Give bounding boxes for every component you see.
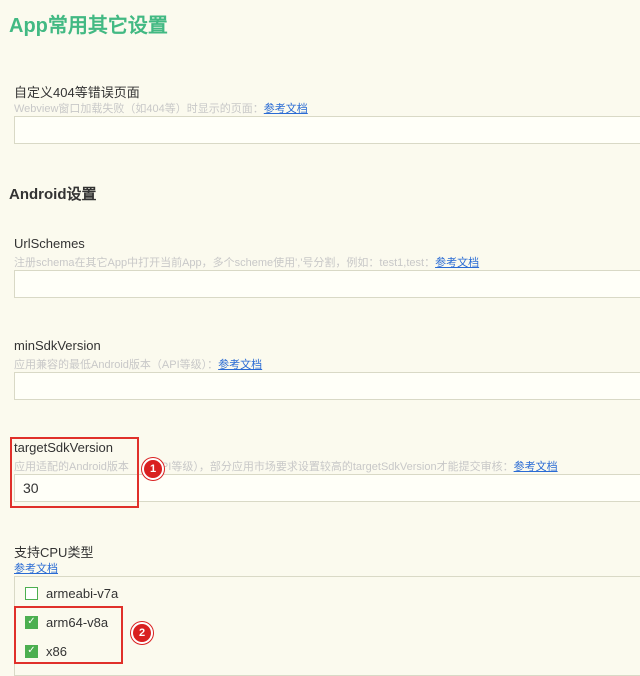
annotation-badge-2: 2 bbox=[131, 622, 153, 644]
error-page-desc: Webview窗口加载失败（如404等）时显示的页面：参考文档 bbox=[14, 103, 308, 115]
min-sdk-desc: 应用兼容的最低Android版本（API等级）：参考文档 bbox=[14, 359, 263, 371]
android-section-title: Android设置 bbox=[9, 186, 97, 203]
min-sdk-doc-link[interactable]: 参考文档 bbox=[218, 359, 262, 371]
error-page-input[interactable] bbox=[14, 116, 640, 144]
url-schemes-input[interactable] bbox=[14, 270, 640, 298]
annotation-badge-1: 1 bbox=[142, 458, 164, 480]
cpu-label: 支持CPU类型 bbox=[14, 545, 94, 560]
error-page-label: 自定义404等错误页面 bbox=[14, 85, 140, 100]
annotation-box-2 bbox=[14, 606, 123, 664]
min-sdk-label: minSdkVersion bbox=[14, 338, 101, 353]
cpu-option-armeabi-v7a[interactable]: armeabi-v7a bbox=[25, 583, 118, 603]
checkbox-icon[interactable] bbox=[25, 586, 38, 600]
url-schemes-desc: 注册schema在其它App中打开当前App，多个scheme使用','号分割，… bbox=[14, 257, 480, 269]
target-sdk-input-extent bbox=[138, 474, 640, 502]
min-sdk-input[interactable] bbox=[14, 372, 640, 400]
cpu-option-label: armeabi-v7a bbox=[46, 585, 119, 601]
url-schemes-doc-link[interactable]: 参考文档 bbox=[435, 257, 479, 269]
annotation-box-1 bbox=[10, 437, 139, 508]
target-sdk-doc-link[interactable]: 参考文档 bbox=[514, 461, 558, 473]
url-schemes-label: UrlSchemes bbox=[14, 236, 85, 251]
page-title: App常用其它设置 bbox=[9, 15, 168, 37]
cpu-doc-link[interactable]: 参考文档 bbox=[14, 560, 58, 576]
error-page-doc-link[interactable]: 参考文档 bbox=[264, 103, 308, 115]
